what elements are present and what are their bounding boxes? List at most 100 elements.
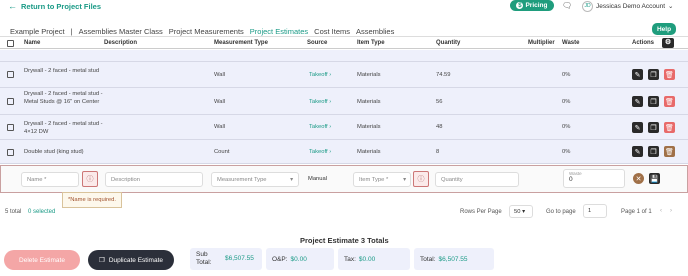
rows-per-page-select[interactable]: 50 ▾ — [509, 205, 533, 218]
header-waste[interactable]: Waste — [562, 40, 579, 46]
row-quantity: 8 — [436, 149, 440, 155]
source-value: Manual — [308, 176, 328, 182]
tab-cost-items[interactable]: Cost Items — [314, 27, 350, 36]
warning-icon[interactable]: ⓘ — [82, 171, 98, 187]
table-row[interactable]: Drywall - 2 faced - metal stud - Metal S… — [0, 88, 688, 115]
pricing-button[interactable]: $ Pricing — [510, 0, 554, 11]
row-source-link[interactable]: Takeoff › — [309, 72, 331, 78]
row-source-link[interactable]: Takeoff › — [309, 124, 331, 130]
header-quantity[interactable]: Quantity — [436, 40, 460, 46]
trash-icon[interactable]: 🗑 — [664, 122, 675, 133]
delete-estimate-label: Delete Estimate — [19, 256, 65, 264]
item-type-placeholder: Item Type * — [359, 177, 389, 183]
tab-project-estimates[interactable]: Project Estimates — [250, 27, 308, 36]
row-measurement: Wall — [214, 99, 226, 105]
row-name: Drywall - 2 faced - metal stud — [24, 68, 100, 74]
copy-icon[interactable]: ❐ — [648, 69, 659, 80]
copy-icon[interactable]: ❐ — [648, 96, 659, 107]
item-type-select[interactable]: Item Type * ▾ — [353, 172, 411, 187]
table-row[interactable]: Drywall - 2 faced - metal stud Wall Take… — [0, 62, 688, 88]
op-label: O&P: — [272, 255, 288, 263]
quantity-input[interactable]: Quantity — [435, 172, 519, 187]
header-name[interactable]: Name — [24, 40, 40, 46]
header-description[interactable]: Description — [104, 40, 137, 46]
description-placeholder: Description — [111, 177, 140, 183]
chevron-down-icon: ▾ — [403, 177, 406, 183]
go-to-page-input[interactable]: 1 — [583, 204, 607, 218]
row-source-link[interactable]: Takeoff › — [309, 99, 331, 105]
edit-icon[interactable]: ✎ — [632, 122, 643, 133]
description-input[interactable]: Description — [105, 172, 203, 187]
row-item-type: Materials — [357, 72, 381, 78]
warning-icon[interactable]: ⓘ — [413, 171, 429, 187]
total-value: $6,507.55 — [438, 255, 468, 263]
return-link[interactable]: ← Return to Project Files — [8, 1, 101, 11]
delete-estimate-button[interactable]: Delete Estimate — [4, 250, 80, 270]
header-multiplier[interactable]: Multiplier — [528, 40, 555, 46]
cancel-icon[interactable]: ✕ — [633, 173, 644, 184]
account-name: Jessicas Demo Account — [596, 2, 666, 10]
select-all-checkbox[interactable] — [7, 40, 14, 47]
chevron-down-icon: ▾ — [290, 177, 293, 183]
arrow-left-icon: ← — [8, 1, 17, 11]
name-input[interactable]: Name * — [21, 172, 79, 187]
header-source[interactable]: Source — [307, 40, 327, 46]
row-item-type: Materials — [357, 99, 381, 105]
trash-icon[interactable]: 🗑 — [664, 69, 675, 80]
subtotal-box: Sub Total: $6,507.55 — [190, 248, 262, 270]
avatar: JD — [582, 0, 593, 12]
tab-project-measurements[interactable]: Project Measurements — [169, 27, 244, 36]
error-tooltip: *Name is required. — [62, 192, 122, 208]
go-to-page-label: Go to page — [546, 209, 576, 215]
edit-icon[interactable]: ✎ — [632, 146, 643, 157]
measurement-placeholder: Measurement Type — [217, 177, 267, 183]
row-checkbox[interactable] — [7, 149, 14, 156]
copy-icon[interactable]: ❐ — [648, 146, 659, 157]
tab-assemblies[interactable]: Assemblies — [356, 27, 394, 36]
edit-icon[interactable]: ✎ — [632, 69, 643, 80]
row-checkbox[interactable] — [7, 71, 14, 78]
prev-page-icon[interactable]: ‹ — [660, 208, 662, 214]
save-icon[interactable]: 💾 — [649, 173, 660, 184]
subtotal-value: $6,507.55 — [225, 255, 254, 262]
next-page-icon[interactable]: › — [670, 208, 672, 214]
row-checkbox[interactable] — [7, 98, 14, 105]
row-measurement: Wall — [214, 72, 226, 78]
row-waste: 0% — [562, 124, 571, 130]
copy-icon[interactable]: ❐ — [648, 122, 659, 133]
duplicate-estimate-button[interactable]: ❐ Duplicate Estimate — [88, 250, 174, 270]
breadcrumb: Example Project | Assemblies Master Clas… — [10, 27, 395, 36]
row-measurement: Wall — [214, 124, 226, 130]
table-row[interactable]: Drywall - 2 faced - metal stud - 4×12 DW… — [0, 115, 688, 140]
total-box: Total: $6,507.55 — [414, 248, 494, 270]
table-row[interactable]: Double stud (king stud) Count Takeoff › … — [0, 140, 688, 164]
op-box: O&P: $0.00 — [266, 248, 334, 270]
header-actions: Actions — [632, 40, 655, 46]
settings-icon[interactable]: ⚙ — [662, 38, 674, 48]
row-name: Double stud (king stud) — [24, 149, 84, 155]
row-name: Drywall - 2 faced - metal stud - Metal S… — [24, 91, 103, 105]
crumb-project[interactable]: Example Project — [10, 27, 65, 36]
waste-value: 0 — [569, 176, 573, 183]
row-item-type: Materials — [357, 124, 381, 130]
row-quantity: 48 — [436, 124, 443, 130]
total-count: 5 total — [5, 209, 22, 215]
edit-icon[interactable]: ✎ — [632, 96, 643, 107]
row-measurement: Count — [214, 149, 230, 155]
header-measurement-type[interactable]: Measurement Type — [214, 40, 268, 46]
crumb-assemblies-master-class[interactable]: Assemblies Master Class — [79, 27, 163, 36]
row-source-link[interactable]: Takeoff › — [309, 149, 331, 155]
top-bar: ← Return to Project Files $ Pricing 🗨 JD… — [0, 0, 688, 14]
trash-icon[interactable]: 🗑 — [664, 96, 675, 107]
pricing-label: Pricing — [525, 2, 548, 9]
help-button[interactable]: Help — [652, 23, 676, 35]
chat-icon[interactable]: 🗨 — [562, 1, 572, 10]
measurement-type-select[interactable]: Measurement Type ▾ — [211, 172, 299, 187]
total-label: Total: — [420, 255, 436, 263]
row-checkbox[interactable] — [7, 124, 14, 131]
header-item-type[interactable]: Item Type — [357, 40, 385, 46]
subtotal-label: Sub Total: — [196, 251, 212, 266]
waste-input[interactable]: Waste 0 — [563, 169, 625, 188]
trash-icon[interactable]: 🗑 — [664, 146, 675, 157]
account-menu[interactable]: JD Jessicas Demo Account ⌄ — [582, 0, 673, 12]
